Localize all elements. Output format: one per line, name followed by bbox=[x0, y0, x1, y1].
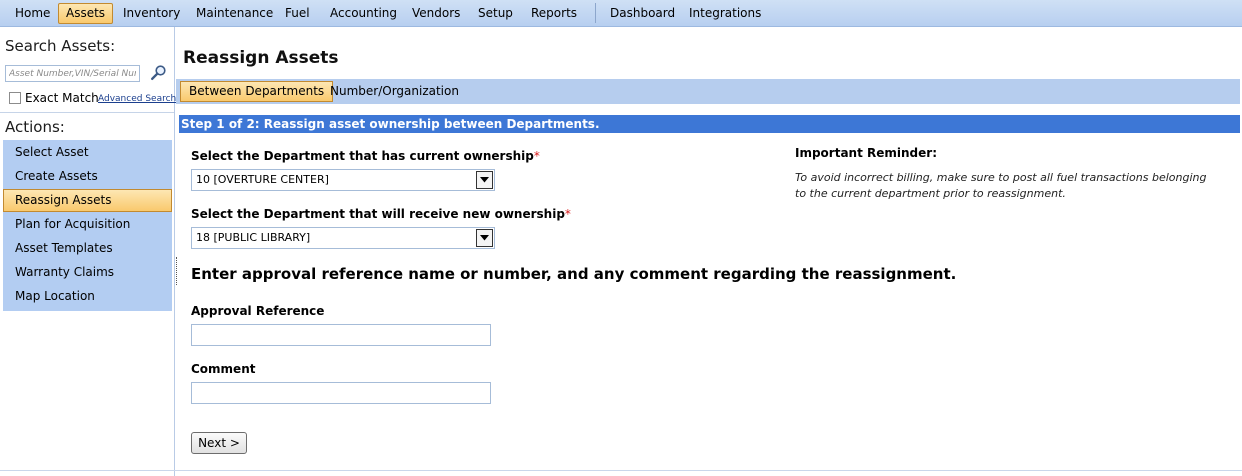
main-content: Reassign Assets Between Departments Numb… bbox=[176, 27, 1242, 476]
main-menu-bar: Home Assets Inventory Maintenance Fuel A… bbox=[0, 0, 1242, 27]
menu-item-reports[interactable]: Reports bbox=[524, 3, 584, 24]
actions-title: Actions: bbox=[5, 118, 65, 136]
action-plan-for-acquisition[interactable]: Plan for Acquisition bbox=[3, 213, 172, 236]
menu-item-home[interactable]: Home bbox=[8, 3, 57, 24]
approval-reference-input[interactable] bbox=[191, 324, 491, 346]
menu-item-setup[interactable]: Setup bbox=[471, 3, 520, 24]
actions-list: Select Asset Create Assets Reassign Asse… bbox=[3, 140, 172, 311]
reminder-title: Important Reminder: bbox=[795, 146, 937, 160]
menu-item-vendors[interactable]: Vendors bbox=[405, 3, 467, 24]
current-dept-select[interactable]: 10 [OVERTURE CENTER] bbox=[191, 169, 495, 191]
next-button[interactable]: Next > bbox=[191, 432, 247, 454]
current-dept-value: 10 [OVERTURE CENTER] bbox=[196, 173, 329, 186]
required-marker: * bbox=[533, 149, 540, 163]
exact-match-label: Exact Match bbox=[25, 91, 99, 105]
new-dept-select[interactable]: 18 [PUBLIC LIBRARY] bbox=[191, 227, 495, 249]
comment-label: Comment bbox=[191, 362, 256, 376]
menu-item-assets[interactable]: Assets bbox=[58, 3, 114, 24]
approval-reference-label: Approval Reference bbox=[191, 304, 325, 318]
menu-separator bbox=[595, 3, 596, 23]
action-reassign-assets[interactable]: Reassign Assets bbox=[3, 189, 172, 212]
action-select-asset[interactable]: Select Asset bbox=[3, 141, 172, 164]
magnifier-icon[interactable] bbox=[150, 64, 168, 82]
bottom-border bbox=[0, 470, 1242, 471]
exact-match-checkbox[interactable] bbox=[9, 92, 21, 104]
menu-item-accounting[interactable]: Accounting bbox=[323, 3, 404, 24]
search-assets-title: Search Assets: bbox=[5, 37, 116, 55]
page-title: Reassign Assets bbox=[183, 48, 339, 68]
menu-item-inventory[interactable]: Inventory bbox=[116, 3, 187, 24]
menu-item-maintenance[interactable]: Maintenance bbox=[189, 3, 280, 24]
chevron-down-icon[interactable] bbox=[476, 229, 493, 247]
reminder-text: To avoid incorrect billing, make sure to… bbox=[795, 171, 1207, 200]
current-dept-label-text: Select the Department that has current o… bbox=[191, 149, 534, 163]
approval-heading: Enter approval reference name or number,… bbox=[191, 265, 957, 283]
new-dept-value: 18 [PUBLIC LIBRARY] bbox=[196, 231, 311, 244]
tab-between-departments[interactable]: Between Departments bbox=[180, 81, 334, 102]
menu-item-fuel[interactable]: Fuel bbox=[278, 3, 317, 24]
action-warranty-claims[interactable]: Warranty Claims bbox=[3, 261, 172, 284]
menu-item-integrations[interactable]: Integrations bbox=[682, 3, 768, 24]
divider bbox=[0, 112, 174, 113]
left-panel: Search Assets: Exact Match Advanced Sear… bbox=[0, 27, 176, 476]
current-dept-label: Select the Department that has current o… bbox=[191, 149, 540, 163]
new-dept-label: Select the Department that will receive … bbox=[191, 207, 571, 221]
action-map-location[interactable]: Map Location bbox=[3, 285, 172, 308]
tab-number-organization[interactable]: Number/Organization bbox=[322, 81, 467, 102]
action-asset-templates[interactable]: Asset Templates bbox=[3, 237, 172, 260]
splitter-grip[interactable] bbox=[176, 257, 178, 285]
search-input[interactable] bbox=[5, 65, 140, 82]
comment-input[interactable] bbox=[191, 382, 491, 404]
new-dept-label-text: Select the Department that will receive … bbox=[191, 207, 565, 221]
chevron-down-icon[interactable] bbox=[476, 171, 493, 189]
step-header: Step 1 of 2: Reassign asset ownership be… bbox=[179, 115, 1240, 133]
tab-strip: Between Departments Number/Organization bbox=[176, 79, 1240, 104]
menu-item-dashboard[interactable]: Dashboard bbox=[603, 3, 682, 24]
action-create-assets[interactable]: Create Assets bbox=[3, 165, 172, 188]
advanced-search-link[interactable]: Advanced Search bbox=[98, 94, 176, 104]
required-marker: * bbox=[564, 207, 571, 221]
